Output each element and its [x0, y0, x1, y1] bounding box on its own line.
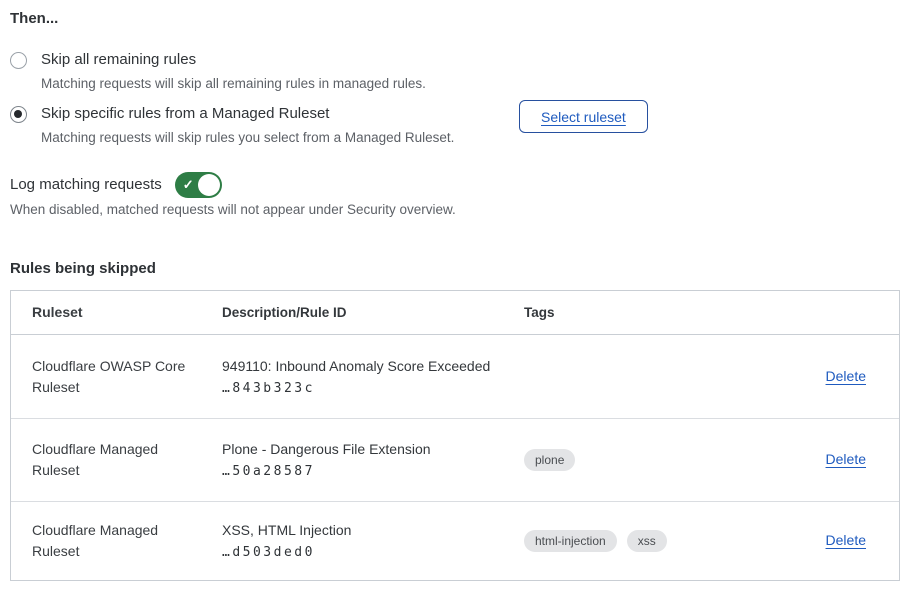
option-description: Matching requests will skip all remainin…: [41, 74, 426, 94]
delete-rule-link[interactable]: Delete: [826, 451, 866, 467]
radio-skip-all-rules[interactable]: [10, 52, 27, 69]
tag-badge: html-injection: [524, 530, 617, 552]
column-header-tags: Tags: [524, 305, 764, 320]
rule-description: Plone - Dangerous File Extension: [222, 441, 508, 457]
log-matching-toggle[interactable]: ✓: [175, 172, 222, 198]
tag-badge: xss: [627, 530, 667, 552]
ruleset-name: Cloudflare OWASP Core Ruleset: [11, 356, 222, 398]
rule-description: XSS, HTML Injection: [222, 522, 508, 538]
rule-id: …50a28587: [222, 464, 508, 479]
delete-rule-link[interactable]: Delete: [826, 532, 866, 548]
option-skip-all-rules: Skip all remaining rules Matching reques…: [10, 49, 426, 94]
tag-badge: plone: [524, 449, 575, 471]
table-row: Cloudflare Managed Ruleset XSS, HTML Inj…: [11, 502, 899, 580]
rule-description-cell: Plone - Dangerous File Extension …50a285…: [222, 441, 524, 479]
rules-table: Ruleset Description/Rule ID Tags Cloudfl…: [10, 290, 900, 581]
select-ruleset-button[interactable]: Select ruleset: [519, 100, 648, 133]
tags-cell: html-injection xss: [524, 530, 764, 552]
rule-id: …d503ded0: [222, 545, 508, 560]
option-description: Matching requests will skip rules you se…: [41, 128, 454, 148]
log-matching-row: Log matching requests ✓: [10, 171, 222, 198]
rule-description-cell: 949110: Inbound Anomaly Score Exceeded ……: [222, 358, 524, 396]
log-matching-label: Log matching requests: [10, 176, 162, 193]
tags-cell: plone: [524, 449, 764, 471]
table-row: Cloudflare OWASP Core Ruleset 949110: In…: [11, 335, 899, 419]
column-header-ruleset: Ruleset: [11, 302, 222, 323]
radio-skip-specific-rules[interactable]: [10, 106, 27, 123]
actions-cell: Delete: [764, 451, 899, 469]
option-label[interactable]: Skip specific rules from a Managed Rules…: [41, 103, 454, 125]
option-label[interactable]: Skip all remaining rules: [41, 49, 426, 71]
rule-description-cell: XSS, HTML Injection …d503ded0: [222, 522, 524, 560]
check-icon: ✓: [183, 178, 194, 191]
delete-rule-link[interactable]: Delete: [826, 368, 866, 384]
column-header-description: Description/Rule ID: [222, 305, 524, 320]
actions-cell: Delete: [764, 532, 899, 550]
option-skip-specific-rules: Skip specific rules from a Managed Rules…: [10, 103, 454, 148]
log-matching-description: When disabled, matched requests will not…: [10, 202, 456, 217]
ruleset-name: Cloudflare Managed Ruleset: [11, 520, 222, 562]
then-heading: Then...: [10, 10, 58, 27]
actions-cell: Delete: [764, 368, 899, 386]
waf-rule-form: Then... Skip all remaining rules Matchin…: [0, 0, 911, 614]
toggle-knob: [198, 174, 220, 196]
table-row: Cloudflare Managed Ruleset Plone - Dange…: [11, 419, 899, 502]
ruleset-name: Cloudflare Managed Ruleset: [11, 439, 222, 481]
rules-table-heading: Rules being skipped: [10, 260, 156, 277]
table-header-row: Ruleset Description/Rule ID Tags: [11, 291, 899, 335]
rule-description: 949110: Inbound Anomaly Score Exceeded: [222, 358, 508, 374]
rule-id: …843b323c: [222, 381, 508, 396]
